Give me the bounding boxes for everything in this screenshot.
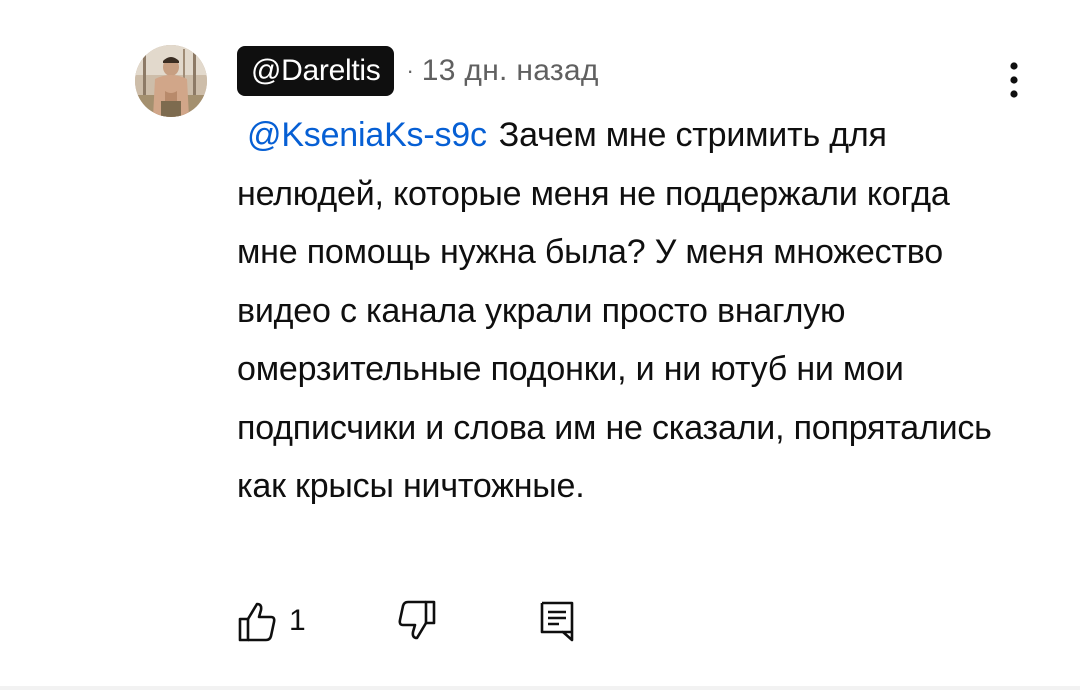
comment-reply-icon — [540, 601, 574, 642]
comment-actions: 1 — [237, 598, 637, 644]
mention-link[interactable]: @KseniaKs-s9c — [247, 116, 487, 154]
like-count: 1 — [289, 604, 306, 637]
comment-text: @KseniaKs-s9c Зачем мне стримить для нелю… — [237, 106, 1017, 516]
author-name[interactable]: @Dareltis — [237, 46, 395, 96]
comment-thread-item: @Dareltis · 13 дн. назад @KseniaKs-s9c За… — [0, 0, 1080, 690]
comment-timestamp[interactable]: 13 дн. назад — [422, 54, 599, 88]
divider — [0, 686, 1080, 690]
thumb-down-icon — [398, 600, 436, 640]
more-vert-icon — [1010, 62, 1018, 98]
reply-button[interactable] — [539, 598, 575, 644]
dislike-button[interactable] — [397, 598, 437, 644]
thumb-up-icon — [238, 602, 276, 642]
avatar[interactable] — [135, 45, 207, 117]
like-button[interactable]: 1 — [237, 598, 306, 644]
comment-header: @Dareltis · 13 дн. назад — [237, 46, 599, 96]
comment-menu-button[interactable] — [994, 56, 1034, 104]
comment-body: Зачем мне стримить для нелюдей, которые … — [237, 116, 992, 505]
avatar-photo — [135, 45, 207, 117]
meta-separator: · — [406, 58, 414, 83]
